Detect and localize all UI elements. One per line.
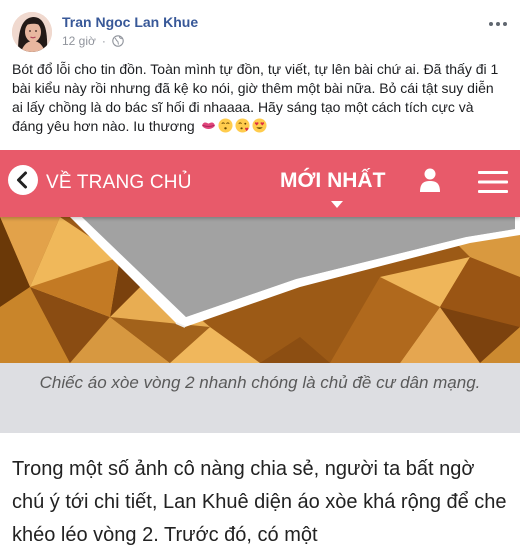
back-home-button[interactable] [8,165,38,195]
meta-separator: · [101,34,106,48]
article-photo[interactable] [0,217,520,363]
post-meta: 12 giờ · [62,34,124,48]
shared-article-card[interactable]: VỀ TRANG CHỦ MỚI NHẤT Chiếc áo xòe vòng … [0,150,520,558]
emoji-row [199,118,267,134]
site-navbar: VỀ TRANG CHỦ MỚI NHẤT [0,150,520,217]
kissing-smiling-eyes-icon [218,118,233,133]
parquet-floor-photo [0,217,520,363]
photo-caption-box: Chiếc áo xòe vòng 2 nhanh chóng là chủ đ… [0,363,520,433]
hamburger-menu-icon[interactable] [478,170,508,194]
face-blowing-kiss-icon [235,118,250,133]
article-body: Trong một số ảnh cô nàng chia sẻ, người … [12,458,507,546]
more-horizontal-icon [489,22,507,26]
author-name[interactable]: Tran Ngoc Lan Khue [62,14,198,30]
chevron-left-icon [17,171,27,189]
facebook-post: Tran Ngoc Lan Khue 12 giờ · Bót đổ lỗi c… [0,0,520,558]
heart-eyes-icon [252,118,267,133]
back-home-label[interactable]: VỀ TRANG CHỦ [46,172,192,194]
more-options-button[interactable] [486,16,510,32]
newest-tab[interactable]: MỚI NHẤT [280,169,385,193]
post-header: Tran Ngoc Lan Khue 12 giờ · [12,10,510,52]
post-timestamp[interactable]: 12 giờ [62,34,96,48]
post-body: Bót đổ lỗi cho tin đồn. Toàn mình tự đồn… [12,60,508,136]
user-icon[interactable] [418,167,442,193]
author-avatar[interactable] [12,12,52,52]
kiss-lips-icon [201,122,215,130]
globe-icon[interactable] [112,35,124,47]
caret-down-icon [331,201,343,208]
photo-caption: Chiếc áo xòe vòng 2 nhanh chóng là chủ đ… [39,373,481,392]
